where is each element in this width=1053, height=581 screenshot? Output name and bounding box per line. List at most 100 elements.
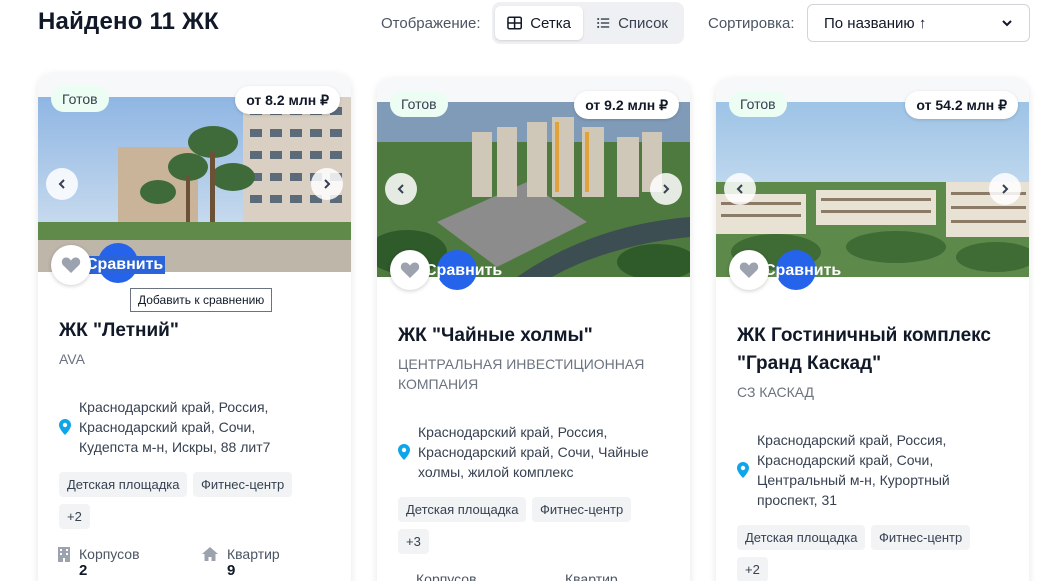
complex-card[interactable]: Готов от 8.2 млн ₽ Сравнить ЖК "Летний" … [38,73,351,581]
address-line: Краснодарский край, Россия, [79,399,269,415]
address-line: проспект, 31 [757,492,838,508]
developer-name: СЗ КАСКАД [737,384,815,400]
chevron-left-icon [397,184,404,194]
building-icon [58,547,70,562]
address: Краснодарский край, Россия, Краснодарски… [398,422,673,482]
complex-title[interactable]: ЖК "Летний" [59,317,179,345]
address-line: Краснодарский край, Россия, [418,424,608,440]
next-photo-button[interactable] [989,173,1021,205]
developer-name: ЦЕНТРАЛЬНАЯ ИНВЕСТИЦИОННАЯ КОМПАНИЯ [398,354,644,394]
buildings-stat: Корпусов [416,571,477,581]
complex-title[interactable]: ЖК Гостиничный комплекс "Гранд Каскад" [737,322,991,378]
complex-title[interactable]: ЖК "Чайные холмы" [398,322,593,350]
address-line: Краснодарский край, Сочи, [79,419,256,435]
results-header: Найдено 11 ЖК Отображение: Сетка Список … [0,0,1053,50]
stat-label: Корпусов [416,571,477,581]
amenity-tag: Детская площадка [59,472,188,497]
title-line: "Гранд Каскад" [737,353,882,374]
complex-card[interactable]: Готов от 9.2 млн ₽ Сравнить ЖК "Чайные х… [377,78,690,581]
compare-tooltip: Добавить к сравнению [130,288,273,312]
heart-icon [400,262,420,278]
price-badge: от 54.2 млн ₽ [905,91,1018,119]
sort-select[interactable]: По названию ↑ [807,4,1030,42]
stat-label: Корпусов [79,546,140,562]
apartments-stat: Квартир 9 [201,546,280,579]
grid-icon [507,16,523,30]
stat-value: 9 [227,562,236,579]
address-line: Краснодарский край, Сочи, Чайные [418,444,649,460]
home-icon [202,547,218,561]
developer-name: AVA [59,351,85,367]
page-title: Найдено 11 ЖК [38,8,219,35]
amenity-tag: Фитнес-центр [532,497,632,522]
more-tags-badge[interactable]: +2 [737,557,768,581]
complex-photo-image [377,102,690,277]
address: Краснодарский край, Россия, Краснодарски… [737,430,1012,510]
amenity-tag: Детская площадка [737,525,866,550]
heart-icon [739,262,759,278]
grid-view-button[interactable]: Сетка [495,6,583,40]
prev-photo-button[interactable] [724,173,756,205]
address-line: Краснодарский край, Россия, [757,432,947,448]
favorite-button[interactable] [390,250,430,290]
address: Краснодарский край, Россия, Краснодарски… [59,397,334,457]
address-line: холмы, жилой комплекс [418,464,574,480]
prev-photo-button[interactable] [385,173,417,205]
status-badge: Готов [51,86,109,112]
amenity-tag: Фитнес-центр [871,525,971,550]
complex-photo [377,102,690,277]
map-pin-icon [59,419,71,435]
complex-photo-image [38,97,351,272]
map-pin-icon [398,444,410,460]
developer-line: КОМПАНИЯ [398,376,479,392]
price-badge: от 8.2 млн ₽ [235,86,340,114]
stat-label: Квартир [565,571,618,581]
prev-photo-button[interactable] [46,168,78,200]
compare-label[interactable]: Сравнить [425,262,502,280]
chevron-right-icon [1002,184,1009,194]
chevron-left-icon [736,184,743,194]
price-badge: от 9.2 млн ₽ [574,91,679,119]
list-view-button[interactable]: Список [584,6,680,40]
status-badge: Готов [390,91,448,117]
sort-selected-value: По названию ↑ [824,14,927,32]
complex-photo [38,97,351,272]
complex-photo-image [716,102,1029,277]
more-tags-badge[interactable]: +3 [398,529,429,554]
map-pin-icon [737,462,749,478]
apartments-stat: Квартир [565,571,618,581]
address-text: Краснодарский край, Россия, Краснодарски… [79,397,270,457]
favorite-button[interactable] [729,250,769,290]
view-mode-label: Отображение: [381,15,481,32]
chevron-right-icon [663,184,670,194]
favorite-button[interactable] [51,245,91,285]
amenity-tag: Детская площадка [398,497,527,522]
chevron-right-icon [324,179,331,189]
list-icon [597,17,610,29]
next-photo-button[interactable] [311,168,343,200]
stat-label: Квартир [227,546,280,562]
chevron-left-icon [58,179,65,189]
sort-label: Сортировка: [708,15,795,32]
buildings-stat: Корпусов 2 [57,546,140,579]
stat-value: 2 [79,562,88,579]
compare-label[interactable]: Сравнить [84,256,166,274]
developer-line: ЦЕНТРАЛЬНАЯ ИНВЕСТИЦИОННАЯ [398,356,645,372]
next-photo-button[interactable] [650,173,682,205]
complex-photo [716,102,1029,277]
amenity-tag: Фитнес-центр [193,472,293,497]
more-tags-badge[interactable]: +2 [59,504,90,529]
list-view-label: Список [618,14,668,32]
chevron-down-icon [1002,20,1012,27]
address-line: Центральный м-н, Курортный [757,472,950,488]
complex-card[interactable]: Готов от 54.2 млн ₽ Сравнить ЖК Гостинич… [716,78,1029,581]
address-text: Краснодарский край, Россия, Краснодарски… [757,430,950,510]
compare-label[interactable]: Сравнить [764,262,841,280]
heart-icon [61,257,81,273]
address-text: Краснодарский край, Россия, Краснодарски… [418,422,649,482]
status-badge: Готов [729,91,787,117]
view-mode-toggle: Сетка Список [492,2,684,44]
address-line: Кудепста м-н, Искры, 88 лит7 [79,439,271,455]
grid-view-label: Сетка [530,14,571,32]
address-line: Краснодарский край, Сочи, [757,452,934,468]
